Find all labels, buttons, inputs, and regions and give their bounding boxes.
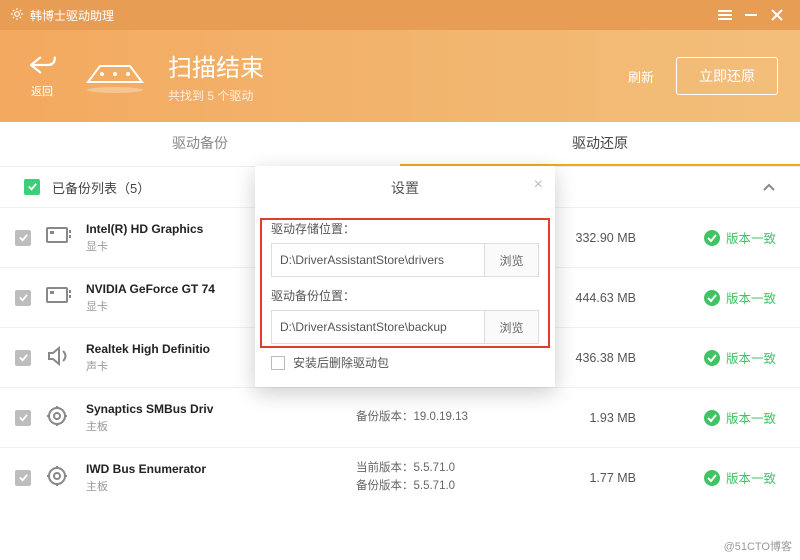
status-badge: 版本一致 [666,228,796,247]
driver-name: Synaptics SMBus Driv [86,402,356,416]
row-checkbox[interactable] [15,350,31,366]
version-info: 备份版本：19.0.19.13 [356,409,556,426]
tab-backup[interactable]: 驱动备份 [0,122,400,166]
backup-path-input[interactable] [271,310,485,344]
page-title: 扫描结束 [168,48,264,83]
table-row: Synaptics SMBus Driv 主板备份版本：19.0.19.131.9… [0,387,800,447]
collapse-icon[interactable] [762,180,776,195]
titlebar: 韩博士驱动助理 [0,0,800,30]
driver-category: 主板 [86,478,356,494]
driver-size: 332.90 MB [556,231,666,245]
close-button[interactable] [764,5,790,25]
driver-size: 1.77 MB [556,471,666,485]
row-checkbox[interactable] [15,290,31,306]
status-badge: 版本一致 [666,408,796,427]
modal-title: 设置 [391,180,419,196]
backup-browse-button[interactable]: 浏览 [485,310,539,344]
tab-restore[interactable]: 驱动还原 [400,122,800,166]
row-checkbox[interactable] [15,470,31,486]
back-label: 返回 [22,83,62,99]
driver-size: 444.63 MB [556,291,666,305]
backup-path-label: 驱动备份位置： [271,287,539,304]
settings-modal: 设置 × 驱动存储位置： 浏览 驱动备份位置： 浏览 安装后删除驱动包 [255,166,555,387]
version-info: 当前版本：5.5.71.0备份版本：5.5.71.0 [356,460,556,495]
tabs: 驱动备份 驱动还原 [0,122,800,167]
refresh-link[interactable]: 刷新 [628,67,654,86]
store-browse-button[interactable]: 浏览 [485,243,539,277]
row-checkbox[interactable] [15,410,31,426]
device-type-icon [46,405,86,430]
page-subtitle: 共找到 5 个驱动 [168,87,264,104]
delete-after-label: 安装后删除驱动包 [293,354,389,371]
driver-name: IWD Bus Enumerator [86,462,356,476]
driver-category: 主板 [86,418,356,434]
store-path-label: 驱动存储位置： [271,220,539,237]
store-path-input[interactable] [271,243,485,277]
section-title: 已备份列表（5） [52,178,150,197]
status-badge: 版本一致 [666,468,796,487]
modal-close-icon[interactable]: × [534,176,543,194]
watermark: @51CTO博客 [724,538,792,554]
status-badge: 版本一致 [666,288,796,307]
delete-after-checkbox[interactable]: 安装后删除驱动包 [271,354,539,371]
table-row: IWD Bus Enumerator 主板当前版本：5.5.71.0备份版本：5.… [0,447,800,507]
device-type-icon [46,465,86,490]
select-all-checkbox[interactable] [24,179,40,196]
app-title: 韩博士驱动助理 [30,7,114,24]
restore-now-button[interactable]: 立即还原 [676,57,778,95]
menu-button[interactable] [712,5,738,25]
device-type-icon [46,345,86,370]
device-type-icon [46,285,86,310]
device-type-icon [46,225,86,250]
driver-size: 436.38 MB [556,351,666,365]
driver-size: 1.93 MB [556,411,666,425]
minimize-button[interactable] [738,5,764,25]
status-badge: 版本一致 [666,348,796,367]
back-button[interactable]: 返回 [22,54,62,99]
device-icon [80,54,150,99]
row-checkbox[interactable] [15,230,31,246]
app-logo-icon [10,7,24,24]
header: 返回 扫描结束 共找到 5 个驱动 刷新 立即还原 [0,30,800,122]
